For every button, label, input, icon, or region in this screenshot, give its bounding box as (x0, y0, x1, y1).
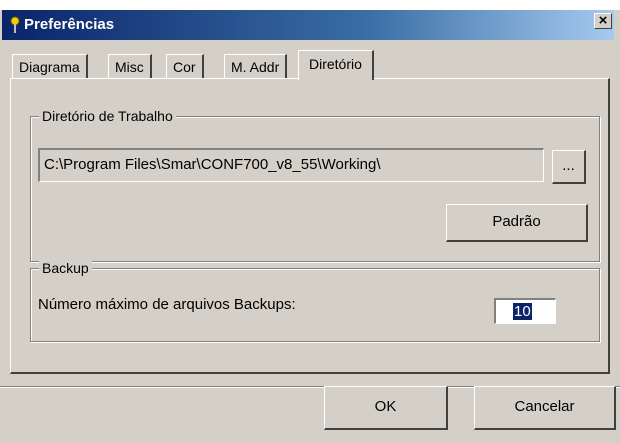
tab-diagrama[interactable]: Diagrama (12, 54, 88, 78)
close-icon: × (598, 12, 608, 29)
tab-cor[interactable]: Cor (166, 54, 204, 78)
cancel-button[interactable]: Cancelar (474, 386, 616, 430)
ok-button[interactable]: OK (324, 386, 448, 430)
tab-misc[interactable]: Misc (108, 54, 152, 78)
tab-diretorio[interactable]: Diretório (298, 50, 374, 80)
tab-panel-diretorio (10, 78, 610, 374)
close-button[interactable]: × (594, 13, 612, 29)
pin-icon (10, 16, 20, 33)
window-title: Preferências (24, 16, 115, 33)
preferences-dialog: Preferências × Diagrama Misc Cor M. Addr… (0, 10, 620, 443)
tab-m-addr[interactable]: M. Addr (224, 54, 288, 78)
title-bar[interactable]: Preferências × (2, 10, 614, 40)
